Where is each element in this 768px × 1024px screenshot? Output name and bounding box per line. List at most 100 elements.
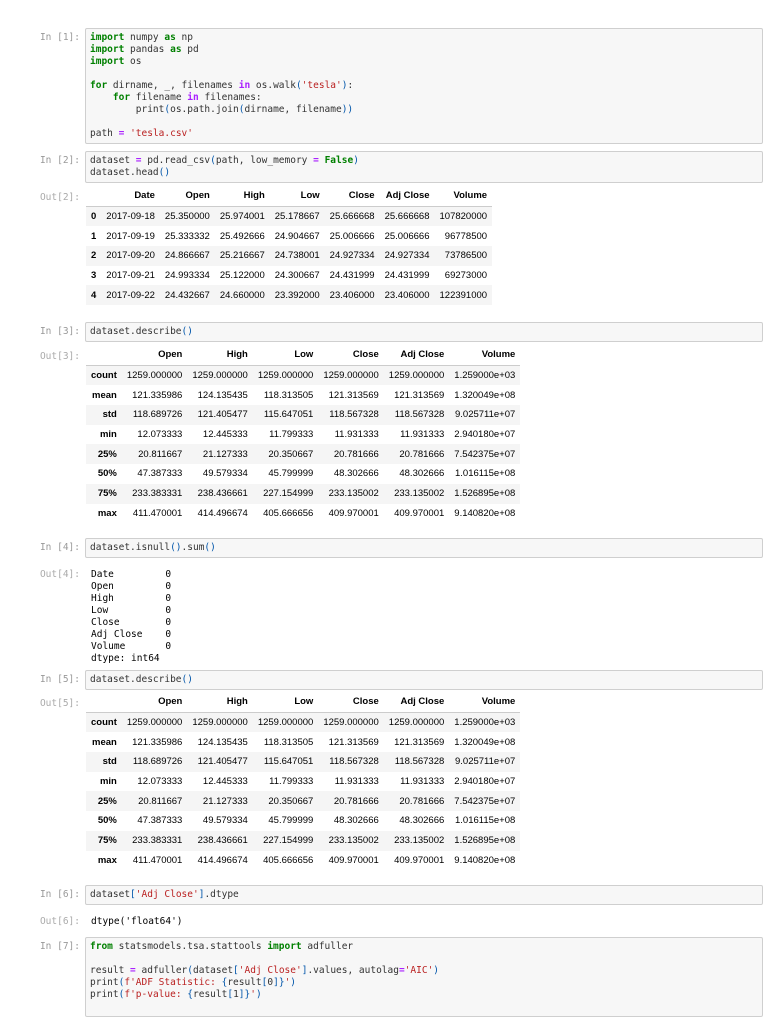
code-token: = bbox=[313, 155, 319, 166]
table-cell: 24.431999 bbox=[329, 270, 375, 282]
table-cell: 20.350667 bbox=[268, 795, 314, 807]
code-token: () bbox=[158, 167, 171, 178]
cell-prompt: In [2]: bbox=[39, 155, 80, 166]
table-cell: 20.781666 bbox=[399, 795, 445, 807]
table-cell: 25.178667 bbox=[274, 211, 320, 223]
code-input[interactable]: dataset.isnull().sum() bbox=[85, 538, 763, 558]
table-cell: 25.333332 bbox=[164, 230, 210, 242]
table-cell: 12.073333 bbox=[137, 429, 183, 441]
table-cell: 118.567328 bbox=[394, 409, 445, 421]
table-cell: 1.320049e+08 bbox=[454, 736, 516, 748]
code-token: { bbox=[221, 977, 228, 988]
table-row: std 118.689726 121.405477 115.647051 118.567… bbox=[86, 752, 521, 772]
code-token: ) bbox=[255, 989, 262, 1000]
code-input[interactable]: dataset.describe() bbox=[85, 670, 763, 690]
code-input[interactable]: dataset = pd.read_csv(path, low_memory =… bbox=[85, 151, 763, 183]
code-token: ( bbox=[187, 965, 193, 976]
code-line: import pandas as pd bbox=[90, 44, 199, 55]
code-input[interactable]: dataset.describe() bbox=[85, 322, 763, 342]
table-cell: 233.135002 bbox=[394, 835, 445, 847]
table-cell: 1259.000000 bbox=[192, 717, 248, 729]
column-header: Low bbox=[252, 345, 319, 366]
code-token: = bbox=[135, 155, 142, 166]
table-row: 0 2017-09-18 25.350000 25.974001 25.178667 25… bbox=[86, 206, 493, 227]
table-cell: 20.781666 bbox=[333, 448, 379, 460]
table-cell: 121.335986 bbox=[132, 389, 183, 401]
code-token: () bbox=[181, 674, 193, 685]
table-row: 50% 47.387333 49.579334 45.799999 48.302666 4… bbox=[86, 464, 520, 484]
table-cell: 411.470001 bbox=[132, 854, 183, 866]
code-input[interactable]: from statsmodels.tsa.stattools import ad… bbox=[85, 937, 763, 1017]
table-cell: 9.025711e+07 bbox=[454, 756, 516, 768]
dataframe-table: Open High Low Close Adj Close Volume count 1259… bbox=[86, 692, 521, 870]
table-cell: 2017-09-18 bbox=[106, 211, 155, 223]
row-index: 25% bbox=[97, 795, 117, 807]
table-row: max 411.470001 414.496674 405.666656 409.970… bbox=[86, 504, 520, 524]
column-header: Volume bbox=[434, 186, 493, 207]
table-cell: 405.666656 bbox=[263, 854, 314, 866]
column-header: High bbox=[187, 345, 253, 366]
cell-prompt: In [6]: bbox=[39, 889, 80, 900]
table-cell: 414.496674 bbox=[197, 507, 248, 519]
column-header: Close bbox=[318, 692, 384, 713]
table-cell: 409.970001 bbox=[394, 507, 445, 519]
code-token: ]} bbox=[238, 989, 251, 1000]
column-header: Low bbox=[269, 186, 325, 207]
cell-prompt: Out[4]: bbox=[39, 569, 80, 580]
table-cell: 227.154999 bbox=[263, 488, 314, 500]
table-cell: 48.302666 bbox=[333, 468, 379, 480]
table-cell: 409.970001 bbox=[328, 854, 379, 866]
table-cell: 124.135435 bbox=[197, 389, 248, 401]
table-row: count 1259.000000 1259.000000 1259.000000 12… bbox=[86, 365, 521, 386]
code-token: ( bbox=[238, 104, 245, 115]
code-token: ] bbox=[198, 889, 205, 900]
table-cell: 12.073333 bbox=[137, 776, 183, 788]
table-cell: 49.579334 bbox=[202, 815, 248, 827]
table-cell: 24.300667 bbox=[274, 270, 320, 282]
column-header: High bbox=[187, 692, 253, 713]
table-cell: 2017-09-21 bbox=[106, 270, 155, 282]
table-cell: 24.904667 bbox=[274, 230, 320, 242]
column-header: Close bbox=[324, 186, 380, 207]
table-cell: 121.313569 bbox=[394, 736, 445, 748]
code-token: as bbox=[170, 44, 182, 55]
code-input[interactable]: import numpy as np import pandas as pd imp… bbox=[85, 28, 763, 144]
cell-prompt: In [4]: bbox=[39, 542, 80, 553]
code-line: dataset.isnull().sum() bbox=[90, 542, 216, 553]
output-text: dtype('float64') bbox=[91, 916, 183, 927]
code-token: ] bbox=[301, 965, 308, 976]
table-row: 1 2017-09-19 25.333332 25.492666 24.904667 25… bbox=[86, 226, 492, 246]
table-cell: 227.154999 bbox=[263, 835, 314, 847]
table-cell: 11.931333 bbox=[400, 429, 445, 441]
column-header bbox=[86, 692, 122, 713]
table-cell: 122391000 bbox=[439, 289, 488, 301]
table-cell: 233.383331 bbox=[132, 835, 183, 847]
row-index: 75% bbox=[97, 835, 117, 847]
table-cell: 2017-09-19 bbox=[106, 230, 155, 242]
code-token: ) bbox=[433, 965, 440, 976]
table-cell: 118.313505 bbox=[263, 736, 314, 748]
code-token: for bbox=[90, 80, 108, 91]
table-cell: 1.526895e+08 bbox=[454, 835, 516, 847]
table-cell: 23.406000 bbox=[329, 289, 375, 301]
code-token: import bbox=[90, 44, 125, 55]
table-cell: 11.931333 bbox=[334, 776, 379, 788]
column-header: Open bbox=[159, 186, 215, 207]
table-row: count 1259.000000 1259.000000 1259.000000 12… bbox=[86, 712, 521, 733]
table-cell: 24.738001 bbox=[274, 250, 320, 262]
table-cell: 11.931333 bbox=[400, 776, 445, 788]
table-cell: 11.931333 bbox=[334, 429, 379, 441]
code-token: f'ADF Statistic: bbox=[124, 977, 222, 988]
row-index: 25% bbox=[97, 448, 117, 460]
code-line: print(f'p-value: {result[1]}') bbox=[90, 989, 262, 1000]
table-cell: 233.383331 bbox=[132, 488, 183, 500]
table-cell: 25.666668 bbox=[384, 211, 430, 223]
table-cell: 2017-09-20 bbox=[106, 250, 155, 262]
code-line: print(f'ADF Statistic: {result[0]}') bbox=[90, 977, 297, 988]
code-input[interactable]: dataset['Adj Close'].dtype bbox=[85, 885, 763, 905]
table-row: 4 2017-09-22 24.432667 24.660000 23.392000 23… bbox=[86, 285, 493, 306]
code-line: print(os.path.join(dirname, filename)) bbox=[90, 104, 354, 115]
table-cell: 73786500 bbox=[444, 250, 488, 262]
